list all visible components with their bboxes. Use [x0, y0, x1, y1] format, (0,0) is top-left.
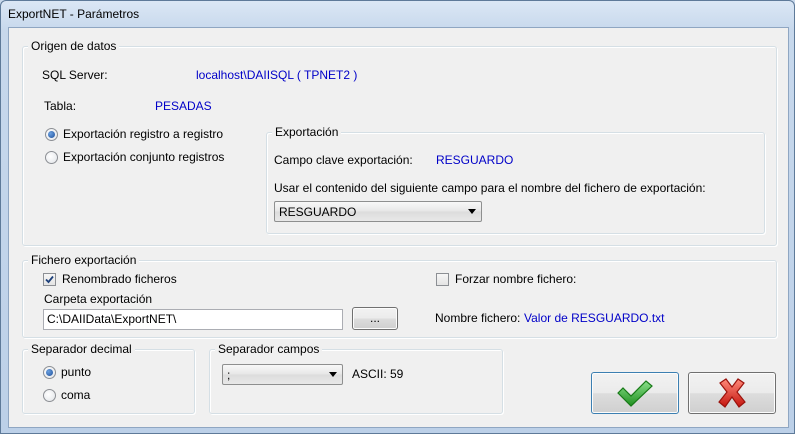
- origen-datos-group: Origen de datos SQL Server: localhost\DA…: [22, 39, 777, 246]
- fichero-exportacion-group: Fichero exportación Renombrado ficheros …: [22, 253, 777, 338]
- campo-clave-value: RESGUARDO: [436, 153, 514, 167]
- radio-punto[interactable]: [43, 366, 56, 379]
- nombre-fichero-label: Nombre fichero:: [435, 311, 521, 325]
- title-bar[interactable]: ExportNET - Parámetros: [1, 1, 794, 27]
- carpeta-exportacion-field[interactable]: [47, 312, 339, 326]
- separador-campos-select[interactable]: ;: [222, 364, 343, 385]
- sql-server-value: localhost\DAIISQL ( TPNET2 ): [196, 68, 358, 82]
- separador-campos-select-value: ;: [227, 368, 231, 382]
- window-title: ExportNET - Parámetros: [8, 7, 140, 21]
- fichero-exportacion-legend: Fichero exportación: [28, 253, 140, 267]
- exportacion-legend: Exportación: [272, 125, 342, 139]
- campo-nombre-select-value: RESGUARDO: [279, 205, 357, 219]
- check-icon: [617, 380, 653, 407]
- radio-exportacion-registro-label[interactable]: Exportación registro a registro: [63, 127, 223, 141]
- browse-folder-button-label: ...: [369, 311, 380, 325]
- dialog-client-area: Origen de datos SQL Server: localhost\DA…: [8, 27, 789, 428]
- browse-folder-button[interactable]: ...: [352, 307, 398, 330]
- accept-button[interactable]: [591, 372, 679, 414]
- checkmark-icon: [45, 275, 54, 284]
- x-icon: [718, 378, 746, 408]
- origen-datos-legend: Origen de datos: [28, 39, 120, 53]
- nombre-fichero-value: Valor de RESGUARDO.txt: [524, 311, 665, 325]
- carpeta-exportacion-input[interactable]: [43, 309, 343, 330]
- exportacion-group: Exportación Campo clave exportación: RES…: [266, 125, 765, 234]
- renombrado-label[interactable]: Renombrado ficheros: [62, 272, 177, 286]
- separador-campos-legend: Separador campos: [215, 342, 323, 356]
- separador-decimal-legend: Separador decimal: [28, 342, 135, 356]
- radio-exportacion-conjunto[interactable]: [45, 151, 58, 164]
- chevron-down-icon: [329, 372, 337, 377]
- forzar-nombre-label[interactable]: Forzar nombre fichero:: [455, 272, 576, 286]
- renombrado-checkbox[interactable]: [43, 273, 56, 286]
- campo-nombre-select[interactable]: RESGUARDO: [274, 201, 482, 222]
- dialog-window: ExportNET - Parámetros Origen de datos S…: [0, 0, 795, 434]
- radio-coma-label[interactable]: coma: [61, 388, 90, 402]
- separador-decimal-group: Separador decimal punto coma: [22, 342, 195, 414]
- ascii-code-text: ASCII: 59: [352, 367, 404, 381]
- cancel-button[interactable]: [688, 372, 776, 414]
- campo-clave-label: Campo clave exportación:: [274, 153, 413, 167]
- radio-exportacion-registro[interactable]: [45, 128, 58, 141]
- radio-coma[interactable]: [43, 389, 56, 402]
- forzar-nombre-checkbox[interactable]: [436, 273, 449, 286]
- tabla-label: Tabla:: [44, 99, 77, 113]
- carpeta-exportacion-label: Carpeta exportación: [44, 292, 153, 306]
- radio-exportacion-conjunto-label[interactable]: Exportación conjunto registros: [63, 150, 224, 164]
- separador-campos-group: Separador campos ; ASCII: 59: [209, 342, 503, 414]
- radio-punto-label[interactable]: punto: [61, 365, 91, 379]
- usar-campo-label: Usar el contenido del siguiente campo pa…: [274, 181, 706, 195]
- sql-server-label: SQL Server:: [42, 68, 108, 82]
- tabla-value: PESADAS: [155, 99, 212, 113]
- chevron-down-icon: [468, 209, 476, 214]
